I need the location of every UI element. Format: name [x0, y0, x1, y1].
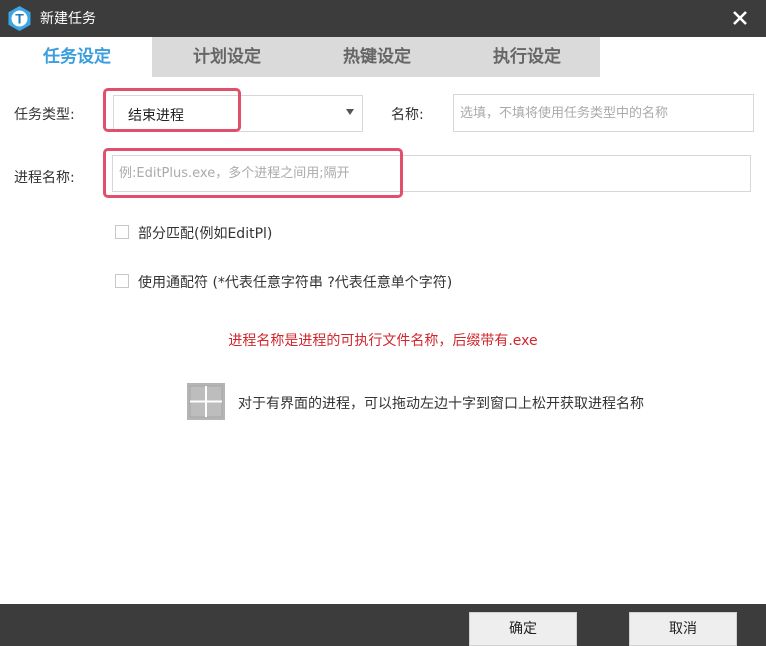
tab-schedule-settings[interactable]: 计划设定: [152, 37, 302, 77]
task-type-value: 结束进程: [128, 108, 184, 124]
close-icon[interactable]: [730, 8, 750, 28]
task-type-label: 任务类型:: [14, 107, 75, 123]
crosshair-hint: 对于有界面的进程，可以拖动左边十字到窗口上松开获取进程名称: [238, 396, 644, 412]
tab-hotkey-settings[interactable]: 热键设定: [302, 37, 452, 77]
name-label: 名称:: [391, 107, 424, 123]
process-name-note: 进程名称是进程的可执行文件名称，后缀带有.exe: [228, 333, 538, 349]
dropdown-arrow-icon: [346, 109, 354, 115]
window-title: 新建任务: [40, 11, 96, 27]
tab-execution-settings[interactable]: 执行设定: [452, 37, 602, 77]
tab-task-settings[interactable]: 任务设定: [2, 37, 152, 77]
task-type-select[interactable]: 结束进程: [113, 95, 363, 132]
app-logo-icon: T: [8, 6, 31, 31]
footer-bar: 确定 取消: [0, 604, 766, 646]
process-name-input[interactable]: [112, 155, 751, 192]
crosshair-icon: [189, 385, 223, 418]
process-name-label: 进程名称:: [14, 170, 75, 186]
wildcard-checkbox[interactable]: [115, 274, 129, 288]
cancel-button[interactable]: 取消: [629, 612, 737, 646]
ok-button[interactable]: 确定: [469, 612, 577, 646]
partial-match-checkbox[interactable]: [115, 225, 129, 239]
name-input[interactable]: [453, 94, 754, 132]
tab-row: 任务设定 计划设定 热键设定 执行设定: [2, 37, 600, 77]
wildcard-label: 使用通配符 (*代表任意字符串 ?代表任意单个字符): [138, 275, 453, 291]
crosshair-picker[interactable]: [187, 383, 225, 420]
tab-bar: 任务设定 计划设定 热键设定 执行设定: [0, 37, 766, 77]
svg-text:T: T: [15, 11, 24, 27]
partial-match-label: 部分匹配(例如EditPl): [138, 226, 273, 242]
title-bar: T 新建任务: [0, 0, 766, 37]
